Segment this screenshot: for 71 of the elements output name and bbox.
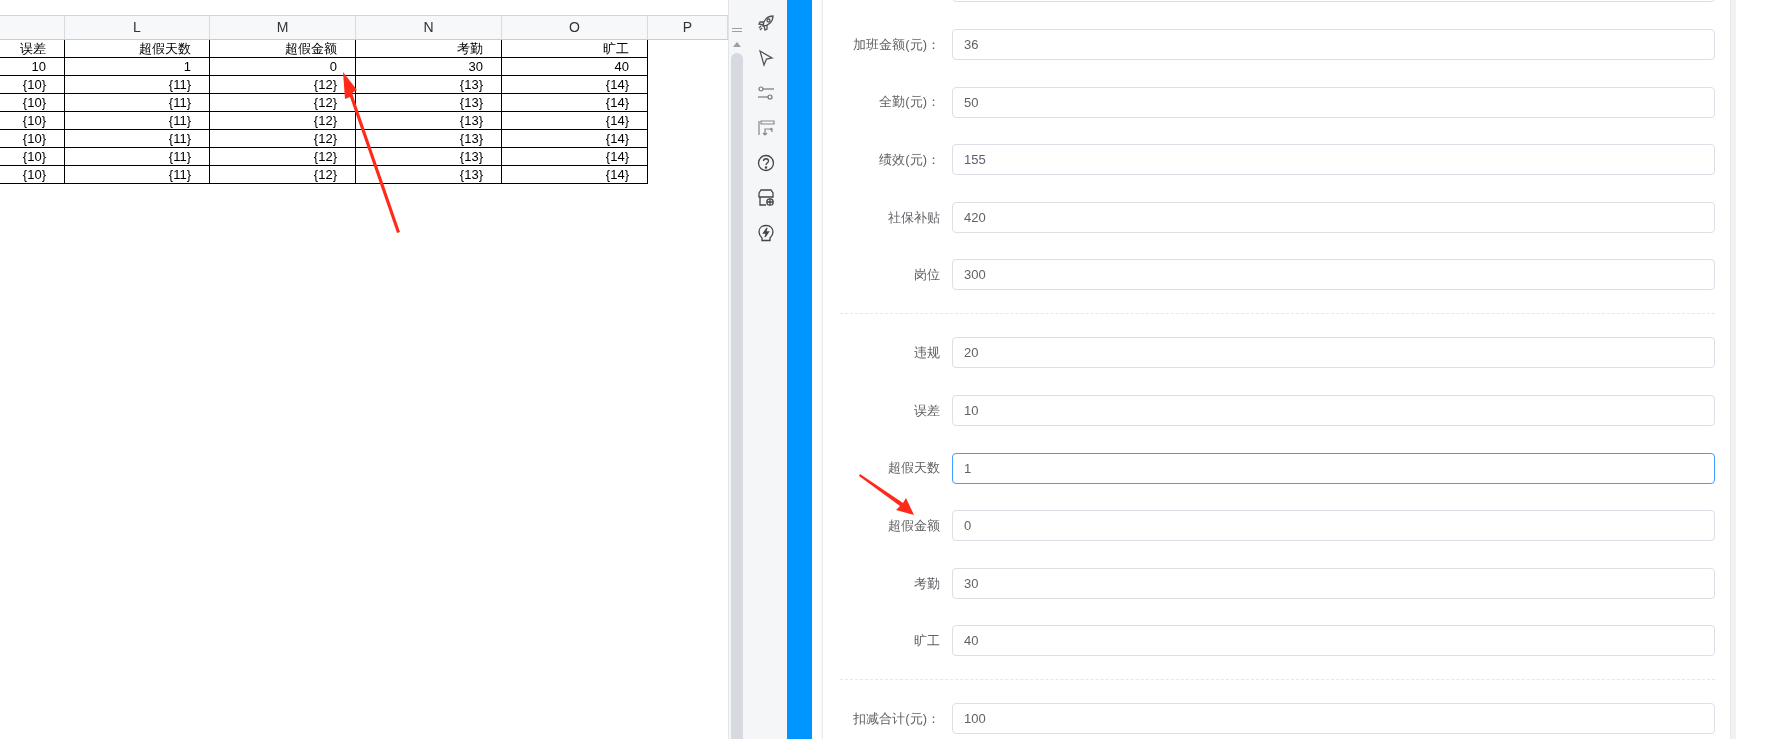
field-label: 旷工 — [913, 632, 940, 651]
table-cell: {12} — [210, 148, 356, 166]
field-label: 扣减合计(元)： — [852, 710, 940, 729]
table-cell: {11} — [65, 130, 210, 148]
table-cell: 40 — [502, 58, 648, 76]
table-cell: {11} — [65, 166, 210, 184]
table-cell: {11} — [65, 76, 210, 94]
column-header[interactable]: N — [356, 16, 502, 39]
field-label: 误差 — [913, 401, 940, 420]
table-cell: {11} — [65, 112, 210, 130]
field-label: 超假金额 — [887, 516, 940, 535]
input-field[interactable]: 300 — [952, 259, 1715, 291]
input-field[interactable]: 10 — [952, 394, 1715, 426]
table-cell: {14} — [502, 112, 648, 130]
table-cell: 30 — [356, 58, 502, 76]
table-cell: {14} — [502, 166, 648, 184]
table-cell: {14} — [502, 76, 648, 94]
table-cell: 误差 — [0, 40, 65, 58]
column-header[interactable]: O — [502, 16, 648, 39]
table-cell: {14} — [502, 130, 648, 148]
table-cell: {13} — [356, 76, 502, 94]
table-cell: {10} — [0, 166, 65, 184]
field-label: 超假天数 — [887, 459, 940, 478]
table-cell: 超假天数 — [65, 40, 210, 58]
table-cell: {14} — [502, 148, 648, 166]
table-cell: 10 — [0, 58, 65, 76]
field-label: 全勤(元)： — [878, 93, 940, 112]
table-cell: {12} — [210, 166, 356, 184]
field-label: 违规 — [913, 344, 940, 363]
table-cell: 超假金额 — [210, 40, 356, 58]
field-label: 考勤 — [913, 574, 940, 593]
table-cell: {10} — [0, 76, 65, 94]
table-cell: {12} — [210, 130, 356, 148]
table-cell: {10} — [0, 112, 65, 130]
table-cell: {11} — [65, 148, 210, 166]
input-field[interactable]: 50 — [952, 86, 1715, 118]
input-field[interactable]: 420 — [952, 201, 1715, 233]
input-field[interactable]: 40 — [952, 625, 1715, 657]
input-field[interactable]: 36 — [952, 29, 1715, 60]
input-field[interactable]: 1 — [952, 452, 1715, 484]
field-label: 加班金额(元)： — [852, 35, 940, 54]
table-cell: 0 — [210, 58, 356, 76]
cursor-icon[interactable] — [757, 49, 775, 67]
rocket-icon[interactable] — [757, 14, 775, 32]
scrollbar-thumb[interactable] — [731, 53, 743, 739]
arrow — [859, 474, 914, 515]
column-header[interactable]: M — [210, 16, 356, 39]
table-cell: 1 — [65, 58, 210, 76]
input-field[interactable]: 155 — [952, 144, 1715, 176]
table-cell: {14} — [502, 94, 648, 112]
table-cell: {10} — [0, 94, 65, 112]
table-cell: {10} — [0, 130, 65, 148]
field-label: 岗位 — [913, 266, 940, 285]
field-label: 社保补贴 — [887, 208, 940, 227]
table-cell: 旷工 — [502, 40, 648, 58]
store-icon[interactable] — [757, 189, 775, 207]
table-cell: {10} — [0, 148, 65, 166]
input-field[interactable]: 30 — [952, 567, 1715, 599]
split-handle-icon[interactable] — [732, 28, 742, 32]
input-field[interactable]: 0 — [952, 510, 1715, 542]
input-field[interactable]: 100 — [952, 703, 1715, 735]
sliders-icon[interactable] — [757, 84, 775, 102]
input-field[interactable]: 20 — [952, 337, 1715, 369]
transfer-icon[interactable] — [757, 119, 775, 137]
column-header[interactable]: L — [65, 16, 210, 39]
help-icon[interactable] — [757, 154, 775, 172]
table-cell: 考勤 — [356, 40, 502, 58]
table-cell: {12} — [210, 112, 356, 130]
field-label: 绩效(元)： — [878, 150, 940, 169]
lightning-icon[interactable] — [757, 224, 775, 242]
table-cell: {11} — [65, 94, 210, 112]
